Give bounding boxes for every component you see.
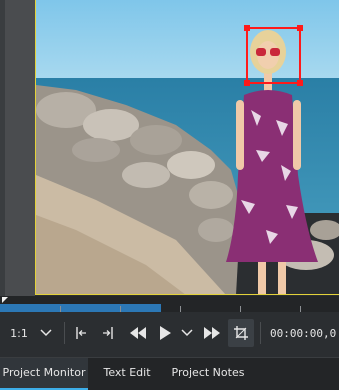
- monitor-gutter: [5, 0, 35, 296]
- crop-toggle-button[interactable]: [228, 319, 254, 347]
- tab-label: Project Notes: [171, 366, 245, 379]
- toolbar-separator: [260, 322, 261, 344]
- resize-handle[interactable]: [244, 25, 250, 31]
- chevron-down-icon: [40, 329, 52, 337]
- zoom-select[interactable]: 1:1: [6, 314, 56, 352]
- play-icon: [160, 326, 171, 340]
- zone-in-icon: [76, 327, 86, 339]
- resize-handle[interactable]: [297, 80, 303, 86]
- tab-project-notes[interactable]: Project Notes: [166, 358, 250, 390]
- tab-project-monitor[interactable]: Project Monitor: [0, 358, 88, 390]
- ruler-tick: [300, 306, 301, 312]
- tab-text-edit[interactable]: Text Edit: [94, 358, 160, 390]
- resize-handle[interactable]: [297, 25, 303, 31]
- set-zone-in-button[interactable]: [70, 314, 92, 352]
- ruler-tick: [180, 306, 181, 312]
- chevron-down-icon: [181, 329, 193, 337]
- crop-icon: [234, 326, 248, 340]
- zoom-value: 1:1: [10, 326, 28, 340]
- play-options-dropdown[interactable]: [178, 314, 196, 352]
- toolbar-separator: [64, 322, 65, 344]
- dock-tab-bar: Project Monitor Text Edit Project Notes: [0, 357, 339, 390]
- tab-label: Text Edit: [103, 366, 151, 379]
- timecode-value: 00:00:00,0: [270, 326, 337, 340]
- forward-button[interactable]: [200, 314, 224, 352]
- timecode-field[interactable]: 00:00:00,0: [270, 314, 339, 352]
- monitor-toolbar: 1:1 00:00:00,0: [0, 314, 339, 352]
- face-tracking-box[interactable]: [244, 25, 303, 86]
- monitor-viewport[interactable]: [35, 0, 339, 295]
- ruler-tick: [240, 306, 241, 312]
- rewind-button[interactable]: [126, 314, 150, 352]
- ruler-tick: [120, 306, 121, 312]
- tab-label: Project Monitor: [2, 366, 86, 379]
- ruler-tick: [60, 306, 61, 312]
- playback-progress-bar: [0, 304, 161, 312]
- rewind-icon: [130, 327, 146, 339]
- resize-handle[interactable]: [244, 80, 250, 86]
- set-zone-out-button[interactable]: [97, 314, 119, 352]
- forward-icon: [204, 327, 220, 339]
- play-button[interactable]: [154, 314, 176, 352]
- zone-out-icon: [103, 327, 113, 339]
- zone-start-marker[interactable]: [2, 297, 8, 303]
